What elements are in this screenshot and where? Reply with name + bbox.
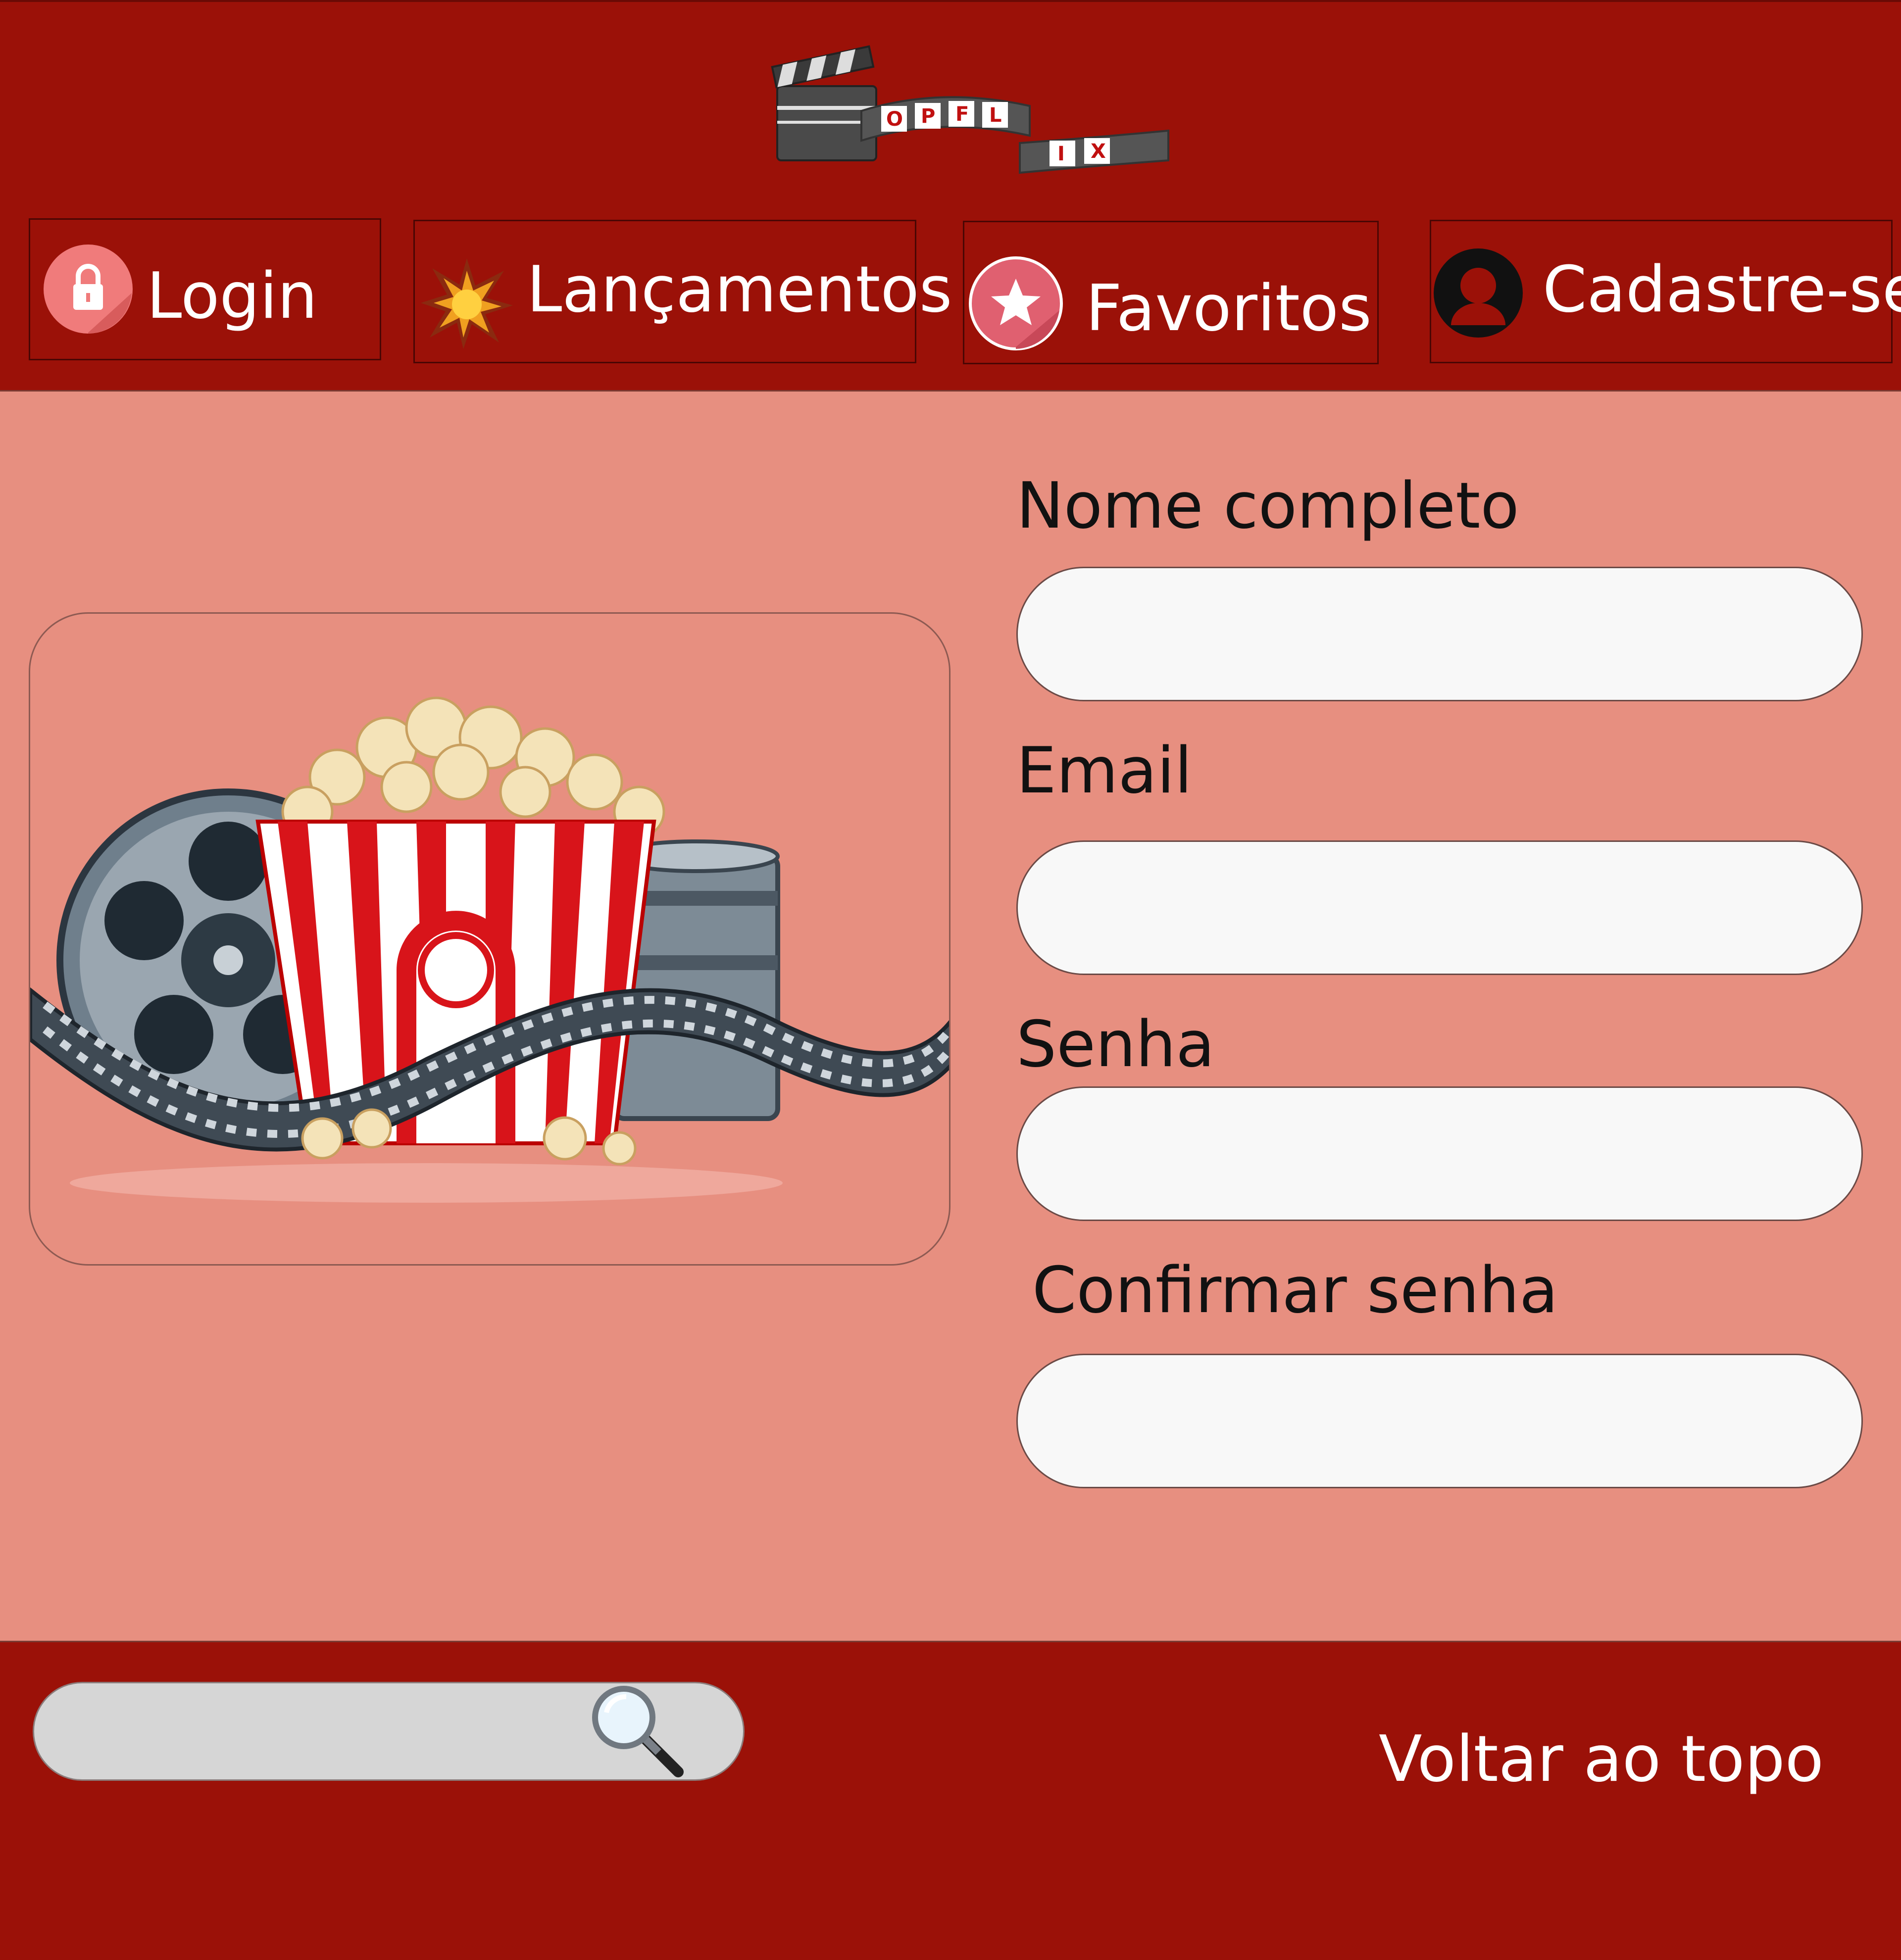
nav-cadastre-se-label: Cadastre-se	[1543, 253, 1901, 327]
search-icon[interactable]	[584, 1683, 693, 1782]
header: O P F L I X Login Lançamentos Favoritos …	[0, 0, 1901, 390]
logo-letter-o: O	[886, 108, 903, 131]
opflix-logo[interactable]: O P F L I X	[762, 37, 1178, 180]
nav-lancamentos[interactable]: Lançamentos	[413, 220, 952, 363]
lock-icon	[43, 244, 134, 335]
logo-letter-f: F	[955, 103, 969, 126]
confirm-password-label: Confirmar senha	[1032, 1254, 1558, 1327]
name-input[interactable]	[1016, 567, 1863, 701]
nav-login-label: Login	[147, 259, 318, 333]
name-label: Nome completo	[1016, 469, 1519, 543]
star-icon	[968, 256, 1063, 351]
logo-letter-i: I	[1057, 143, 1065, 165]
nav-cadastre-se[interactable]: Cadastre-se	[1430, 220, 1901, 363]
confirm-password-input[interactable]	[1016, 1354, 1863, 1488]
cinema-illustration	[29, 612, 950, 1266]
nav-lancamentos-label: Lançamentos	[527, 253, 952, 327]
password-input[interactable]	[1016, 1086, 1863, 1221]
user-icon	[1431, 246, 1525, 340]
logo-letter-x: X	[1091, 140, 1106, 163]
email-input[interactable]	[1016, 840, 1863, 975]
logo-letter-p: P	[921, 105, 935, 128]
explosion-icon	[420, 256, 514, 350]
nav-favoritos[interactable]: Favoritos	[963, 221, 1379, 364]
password-label: Senha	[1016, 1008, 1215, 1081]
logo-letter-l: L	[989, 104, 1002, 127]
email-label: Email	[1016, 734, 1193, 808]
back-to-top-link[interactable]: Voltar ao topo	[1379, 1722, 1824, 1796]
nav-login[interactable]: Login	[29, 218, 381, 360]
nav-favoritos-label: Favoritos	[1086, 272, 1372, 345]
